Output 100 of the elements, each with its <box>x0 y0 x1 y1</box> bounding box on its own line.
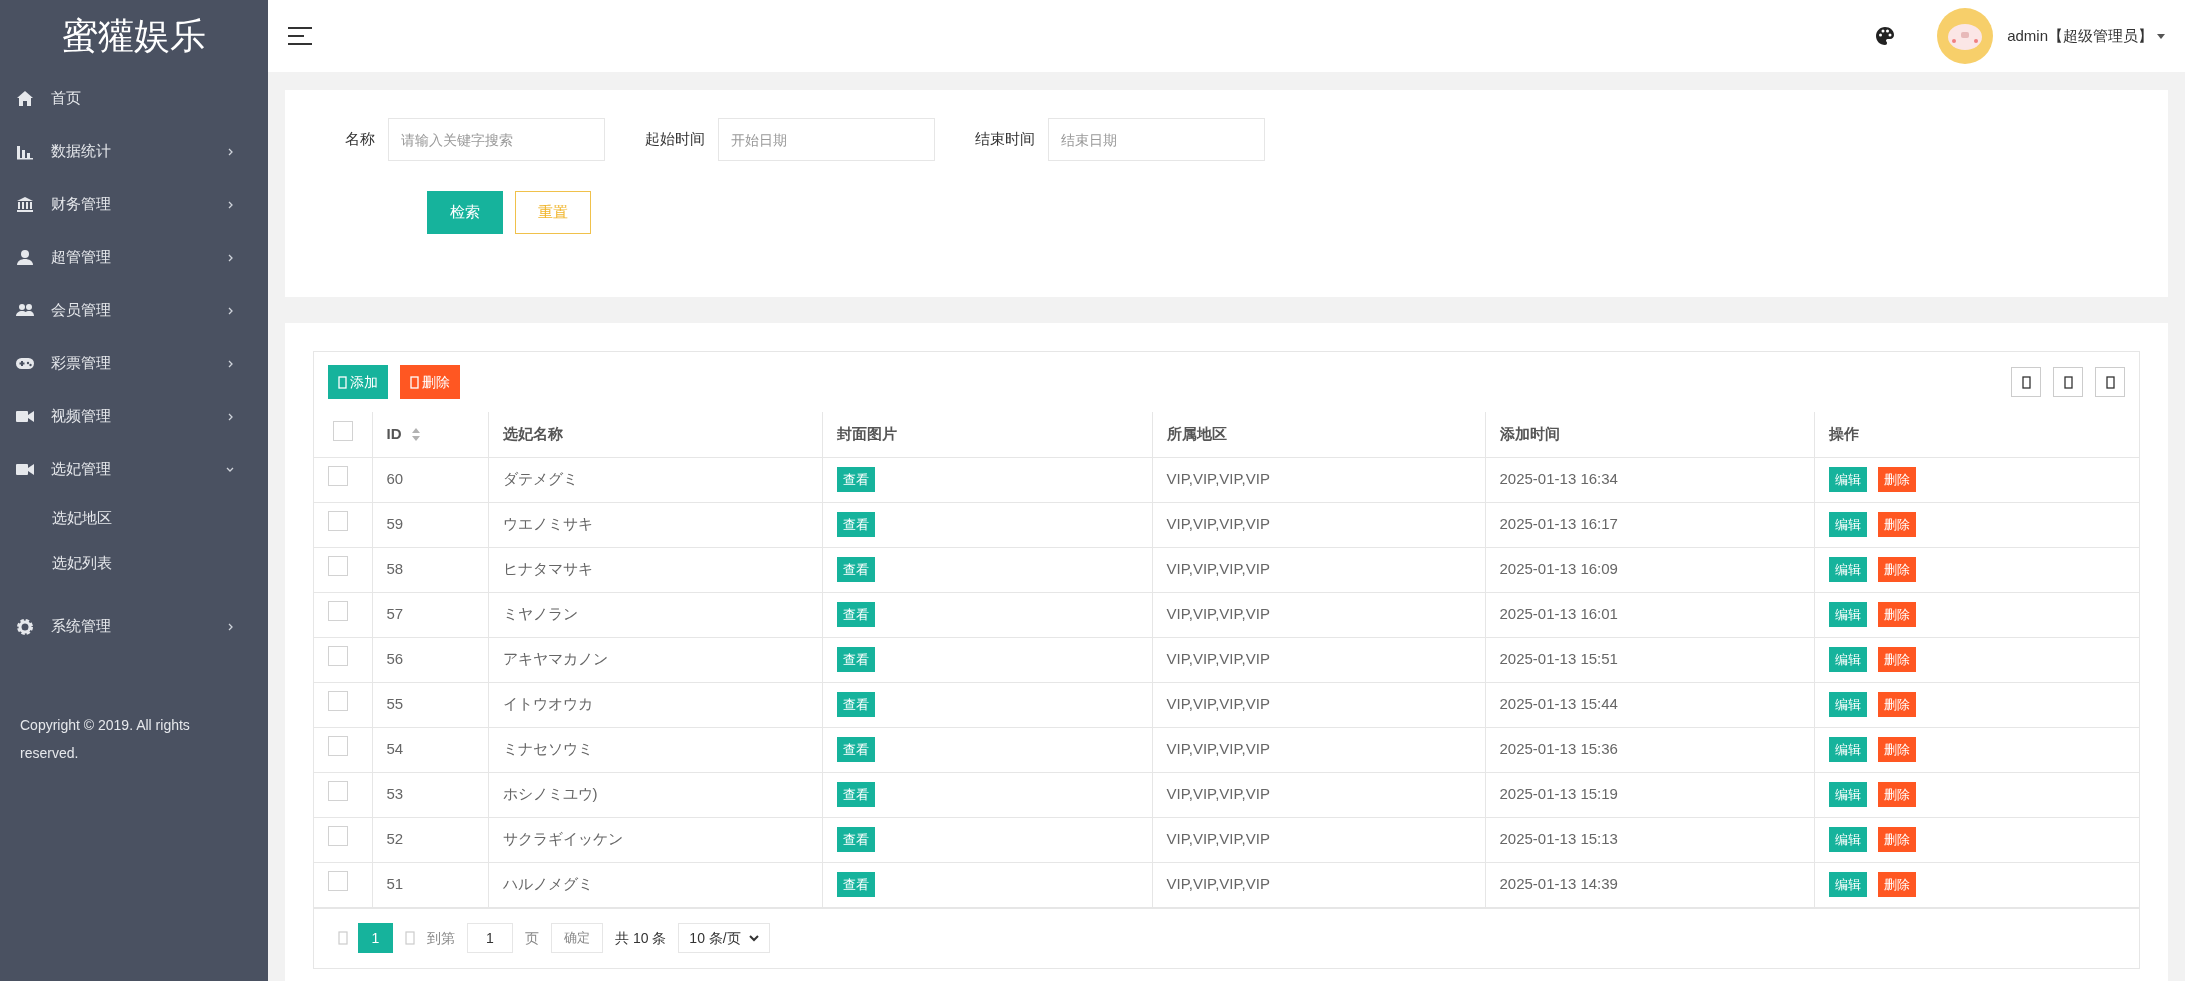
table-cell: VIP,VIP,VIP,VIP <box>1166 875 1270 893</box>
edit-button[interactable]: 编辑 <box>1828 827 1867 852</box>
input-field[interactable]: 开始日期 <box>718 118 935 161</box>
table-cell: 2025-01-13 15:19 <box>1499 785 1618 803</box>
sidebar-item[interactable]: 系统管理 <box>51 615 211 638</box>
view-button[interactable]: 查看 <box>836 512 875 537</box>
avatar[interactable] <box>1937 8 1994 64</box>
checkbox[interactable] <box>328 511 348 532</box>
input-field[interactable]: 请输入关键字搜索 <box>388 118 605 161</box>
toolbar-button[interactable] <box>2011 367 2041 397</box>
page-size-select[interactable]: 10 条/页 <box>678 923 770 953</box>
table-cell: VIP,VIP,VIP,VIP <box>1166 470 1270 488</box>
delete-button[interactable]: 删除 <box>1877 737 1916 762</box>
edit-button[interactable]: 编辑 <box>1828 467 1867 492</box>
edit-button[interactable]: 编辑 <box>1828 692 1867 717</box>
edit-button[interactable]: 编辑 <box>1828 872 1867 897</box>
toolbar-button[interactable] <box>2053 367 2083 397</box>
checkbox[interactable] <box>328 871 348 892</box>
rectangle-icon <box>2063 375 2073 389</box>
toolbar-button[interactable] <box>2095 367 2125 397</box>
field-label: 名称 <box>345 129 375 150</box>
column-header: 选妃名称 <box>502 425 563 442</box>
sidebar-subitem[interactable]: 选妃列表 <box>52 552 112 575</box>
caret-icon[interactable] <box>2157 33 2165 39</box>
delete-button[interactable]: 删除 <box>1877 692 1916 717</box>
confirm-button[interactable]: 确定 <box>551 923 603 953</box>
checkbox[interactable] <box>328 556 348 577</box>
edit-button[interactable]: 编辑 <box>1828 602 1867 627</box>
table-cell: VIP,VIP,VIP,VIP <box>1166 515 1270 533</box>
page-input[interactable]: 1 <box>467 923 513 953</box>
view-button[interactable]: 查看 <box>836 872 875 897</box>
sidebar-item[interactable]: 彩票管理 <box>51 352 211 375</box>
total-count: 共 10 条 <box>615 928 667 948</box>
delete-button[interactable]: 删除 <box>1877 827 1916 852</box>
delete-button[interactable]: 删除 <box>1877 872 1916 897</box>
sidebar-item[interactable]: 超管管理 <box>51 246 211 269</box>
table-cell: イトウオウカ <box>502 695 593 713</box>
sidebar-subitem[interactable]: 选妃地区 <box>52 507 112 530</box>
delete-button[interactable]: 删除 <box>1877 602 1916 627</box>
table-cell: VIP,VIP,VIP,VIP <box>1166 695 1270 713</box>
view-button[interactable]: 查看 <box>836 557 875 582</box>
sidebar-item[interactable]: 会员管理 <box>51 299 211 322</box>
rectangle-icon <box>410 375 419 389</box>
checkbox[interactable] <box>332 421 353 441</box>
menu-icon[interactable] <box>288 27 312 45</box>
gamepad-icon <box>16 355 34 372</box>
sidebar-item[interactable]: 首页 <box>51 87 234 110</box>
delete-button[interactable]: 删除 <box>1877 467 1916 492</box>
palette-icon[interactable] <box>1875 26 1896 46</box>
table-cell: 2025-01-13 15:44 <box>1499 695 1618 713</box>
delete-button[interactable]: 删除 <box>1877 557 1916 582</box>
edit-button[interactable]: 编辑 <box>1828 557 1867 582</box>
checkbox[interactable] <box>328 691 348 712</box>
user-name[interactable]: admin【超级管理员】 <box>2007 24 2153 48</box>
view-button[interactable]: 查看 <box>836 467 875 492</box>
rectangle-icon <box>2021 375 2031 389</box>
table-cell: VIP,VIP,VIP,VIP <box>1166 740 1270 758</box>
view-button[interactable]: 查看 <box>836 692 875 717</box>
view-button[interactable]: 查看 <box>836 782 875 807</box>
input-field[interactable]: 结束日期 <box>1048 118 1265 161</box>
home-icon <box>16 90 34 107</box>
add-button[interactable]: 添加 <box>328 365 388 399</box>
edit-button[interactable]: 编辑 <box>1828 647 1867 672</box>
delete-button[interactable]: 删除 <box>1877 512 1916 537</box>
view-button[interactable]: 查看 <box>836 827 875 852</box>
table-cell: 2025-01-13 15:51 <box>1499 650 1618 668</box>
table-cell: ホシノミユウ) <box>502 785 598 803</box>
checkbox[interactable] <box>328 736 348 757</box>
edit-button[interactable]: 编辑 <box>1828 782 1867 807</box>
checkbox[interactable] <box>328 601 348 622</box>
checkbox[interactable] <box>328 466 348 487</box>
page-button[interactable]: 1 <box>358 923 393 953</box>
sidebar-item[interactable]: 财务管理 <box>51 193 211 216</box>
sidebar-item[interactable]: 选妃管理 <box>51 458 209 481</box>
next-page-icon[interactable] <box>405 931 415 945</box>
view-button[interactable]: 查看 <box>836 737 875 762</box>
table-cell: VIP,VIP,VIP,VIP <box>1166 650 1270 668</box>
view-button[interactable]: 查看 <box>836 602 875 627</box>
copyright-text: Copyright © 2019. All rights reserved. <box>20 716 191 763</box>
delete-button[interactable]: 删除 <box>1877 647 1916 672</box>
view-button[interactable]: 查看 <box>836 647 875 672</box>
edit-button[interactable]: 编辑 <box>1828 512 1867 537</box>
checkbox[interactable] <box>328 826 348 847</box>
search-button[interactable]: 检索 <box>427 191 503 234</box>
table-cell: 58 <box>386 560 404 578</box>
reset-button[interactable]: 重置 <box>515 191 591 234</box>
delete-button[interactable]: 删除 <box>400 365 460 399</box>
table-cell: 56 <box>386 650 404 668</box>
delete-button[interactable]: 删除 <box>1877 782 1916 807</box>
prev-page-icon[interactable] <box>338 931 348 945</box>
table-cell: 60 <box>386 470 404 488</box>
checkbox[interactable] <box>328 646 348 667</box>
sidebar-item[interactable]: 数据统计 <box>51 140 211 163</box>
column-header: 操作 <box>1828 425 1859 442</box>
sidebar-item[interactable]: 视频管理 <box>51 405 211 428</box>
table-cell: VIP,VIP,VIP,VIP <box>1166 605 1270 623</box>
edit-button[interactable]: 编辑 <box>1828 737 1867 762</box>
checkbox[interactable] <box>328 781 348 802</box>
table-cell: ヒナタマサキ <box>502 560 593 578</box>
table-cell: ハルノメグミ <box>502 875 593 893</box>
